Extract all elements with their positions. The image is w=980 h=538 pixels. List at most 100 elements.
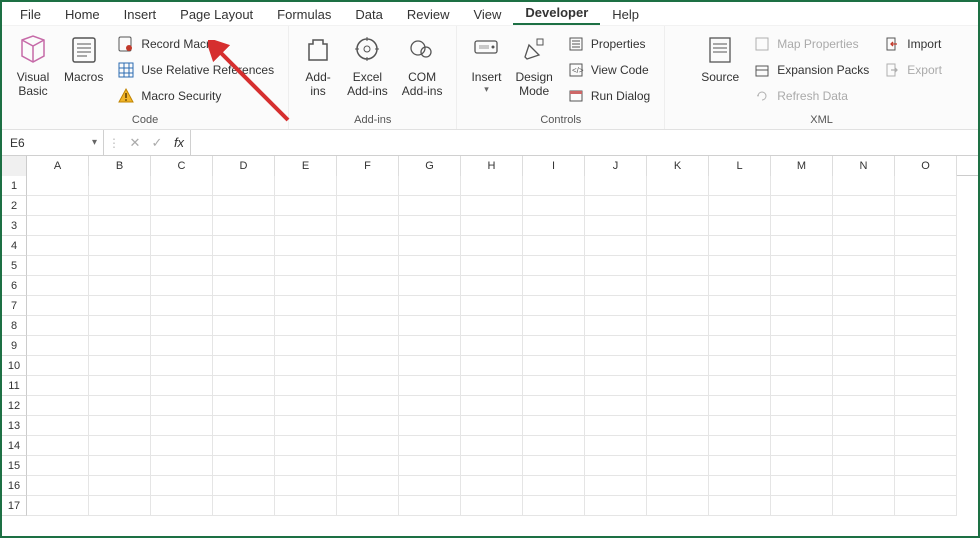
macro-security-button[interactable]: Macro Security [113, 84, 278, 108]
cell-O15[interactable] [895, 456, 957, 476]
cell-C4[interactable] [151, 236, 213, 256]
cell-N17[interactable] [833, 496, 895, 516]
cell-L10[interactable] [709, 356, 771, 376]
addins-button[interactable]: Add- ins [299, 30, 337, 112]
cell-M14[interactable] [771, 436, 833, 456]
cell-G7[interactable] [399, 296, 461, 316]
cell-E14[interactable] [275, 436, 337, 456]
tab-help[interactable]: Help [600, 3, 651, 25]
cell-N10[interactable] [833, 356, 895, 376]
cell-E1[interactable] [275, 176, 337, 196]
cell-G1[interactable] [399, 176, 461, 196]
cell-G3[interactable] [399, 216, 461, 236]
cell-K10[interactable] [647, 356, 709, 376]
source-button[interactable]: Source [697, 30, 743, 112]
cell-B3[interactable] [89, 216, 151, 236]
cell-J12[interactable] [585, 396, 647, 416]
cell-G10[interactable] [399, 356, 461, 376]
cell-B1[interactable] [89, 176, 151, 196]
cell-E6[interactable] [275, 276, 337, 296]
cell-B8[interactable] [89, 316, 151, 336]
cell-L9[interactable] [709, 336, 771, 356]
cell-K5[interactable] [647, 256, 709, 276]
cell-L5[interactable] [709, 256, 771, 276]
com-addins-button[interactable]: COM Add-ins [398, 30, 447, 112]
cell-A10[interactable] [27, 356, 89, 376]
cell-A13[interactable] [27, 416, 89, 436]
cell-C2[interactable] [151, 196, 213, 216]
cell-M8[interactable] [771, 316, 833, 336]
cell-B14[interactable] [89, 436, 151, 456]
cell-N16[interactable] [833, 476, 895, 496]
cell-A3[interactable] [27, 216, 89, 236]
cell-I6[interactable] [523, 276, 585, 296]
cancel-button[interactable]: ✕ [124, 135, 146, 151]
cell-A12[interactable] [27, 396, 89, 416]
cell-O17[interactable] [895, 496, 957, 516]
cell-A9[interactable] [27, 336, 89, 356]
cell-N8[interactable] [833, 316, 895, 336]
cell-A17[interactable] [27, 496, 89, 516]
cell-I10[interactable] [523, 356, 585, 376]
properties-button[interactable]: Properties [563, 32, 654, 56]
cell-N5[interactable] [833, 256, 895, 276]
cell-C15[interactable] [151, 456, 213, 476]
cell-F11[interactable] [337, 376, 399, 396]
cell-K4[interactable] [647, 236, 709, 256]
cell-G17[interactable] [399, 496, 461, 516]
cell-M1[interactable] [771, 176, 833, 196]
cell-B15[interactable] [89, 456, 151, 476]
col-head-H[interactable]: H [461, 156, 523, 176]
cell-F5[interactable] [337, 256, 399, 276]
cell-M5[interactable] [771, 256, 833, 276]
cell-F17[interactable] [337, 496, 399, 516]
cell-C7[interactable] [151, 296, 213, 316]
cell-M7[interactable] [771, 296, 833, 316]
cell-I12[interactable] [523, 396, 585, 416]
cell-L14[interactable] [709, 436, 771, 456]
row-head-11[interactable]: 11 [2, 376, 27, 396]
cell-C17[interactable] [151, 496, 213, 516]
cell-K14[interactable] [647, 436, 709, 456]
cell-N12[interactable] [833, 396, 895, 416]
cell-E9[interactable] [275, 336, 337, 356]
cell-J3[interactable] [585, 216, 647, 236]
tab-formulas[interactable]: Formulas [265, 3, 343, 25]
cell-K9[interactable] [647, 336, 709, 356]
cell-E16[interactable] [275, 476, 337, 496]
cell-D6[interactable] [213, 276, 275, 296]
cell-C8[interactable] [151, 316, 213, 336]
cell-I16[interactable] [523, 476, 585, 496]
tab-developer[interactable]: Developer [513, 1, 600, 25]
cell-B16[interactable] [89, 476, 151, 496]
cell-H11[interactable] [461, 376, 523, 396]
cell-H9[interactable] [461, 336, 523, 356]
cell-F9[interactable] [337, 336, 399, 356]
cell-G15[interactable] [399, 456, 461, 476]
cell-O7[interactable] [895, 296, 957, 316]
cell-O12[interactable] [895, 396, 957, 416]
cell-I7[interactable] [523, 296, 585, 316]
cell-M2[interactable] [771, 196, 833, 216]
cell-I14[interactable] [523, 436, 585, 456]
cell-I5[interactable] [523, 256, 585, 276]
cell-H10[interactable] [461, 356, 523, 376]
cell-E5[interactable] [275, 256, 337, 276]
fx-button[interactable]: fx [168, 135, 190, 150]
cell-O4[interactable] [895, 236, 957, 256]
cell-C9[interactable] [151, 336, 213, 356]
tab-view[interactable]: View [461, 3, 513, 25]
cell-J2[interactable] [585, 196, 647, 216]
cell-L12[interactable] [709, 396, 771, 416]
cell-F12[interactable] [337, 396, 399, 416]
col-head-I[interactable]: I [523, 156, 585, 176]
cell-G16[interactable] [399, 476, 461, 496]
cell-B12[interactable] [89, 396, 151, 416]
cell-M13[interactable] [771, 416, 833, 436]
cell-D11[interactable] [213, 376, 275, 396]
cell-G6[interactable] [399, 276, 461, 296]
cell-G2[interactable] [399, 196, 461, 216]
cell-A14[interactable] [27, 436, 89, 456]
cell-B10[interactable] [89, 356, 151, 376]
cell-E12[interactable] [275, 396, 337, 416]
